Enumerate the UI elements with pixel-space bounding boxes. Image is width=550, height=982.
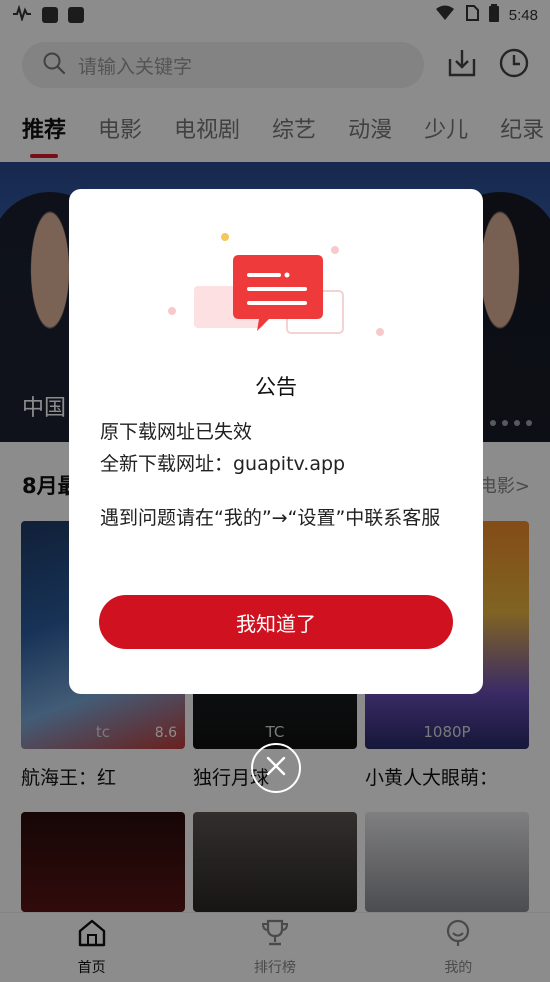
close-icon [266,756,286,780]
close-dialog-button[interactable] [251,743,301,793]
dialog-line-new-url: 全新下载网址：guapitv.app [100,453,346,475]
announcement-illustration [69,189,483,359]
dialog-line-expired: 原下载网址已失效 [100,421,253,443]
dialog-title: 公告 [255,375,297,399]
acknowledge-button[interactable]: 我知道了 [99,595,453,649]
dialog-line-help: 遇到问题请在“我的”→“设置”中联系客服 [100,507,441,529]
announcement-dialog: 公告 原下载网址已失效 全新下载网址：guapitv.app 遇到问题请在“我的… [69,189,483,694]
